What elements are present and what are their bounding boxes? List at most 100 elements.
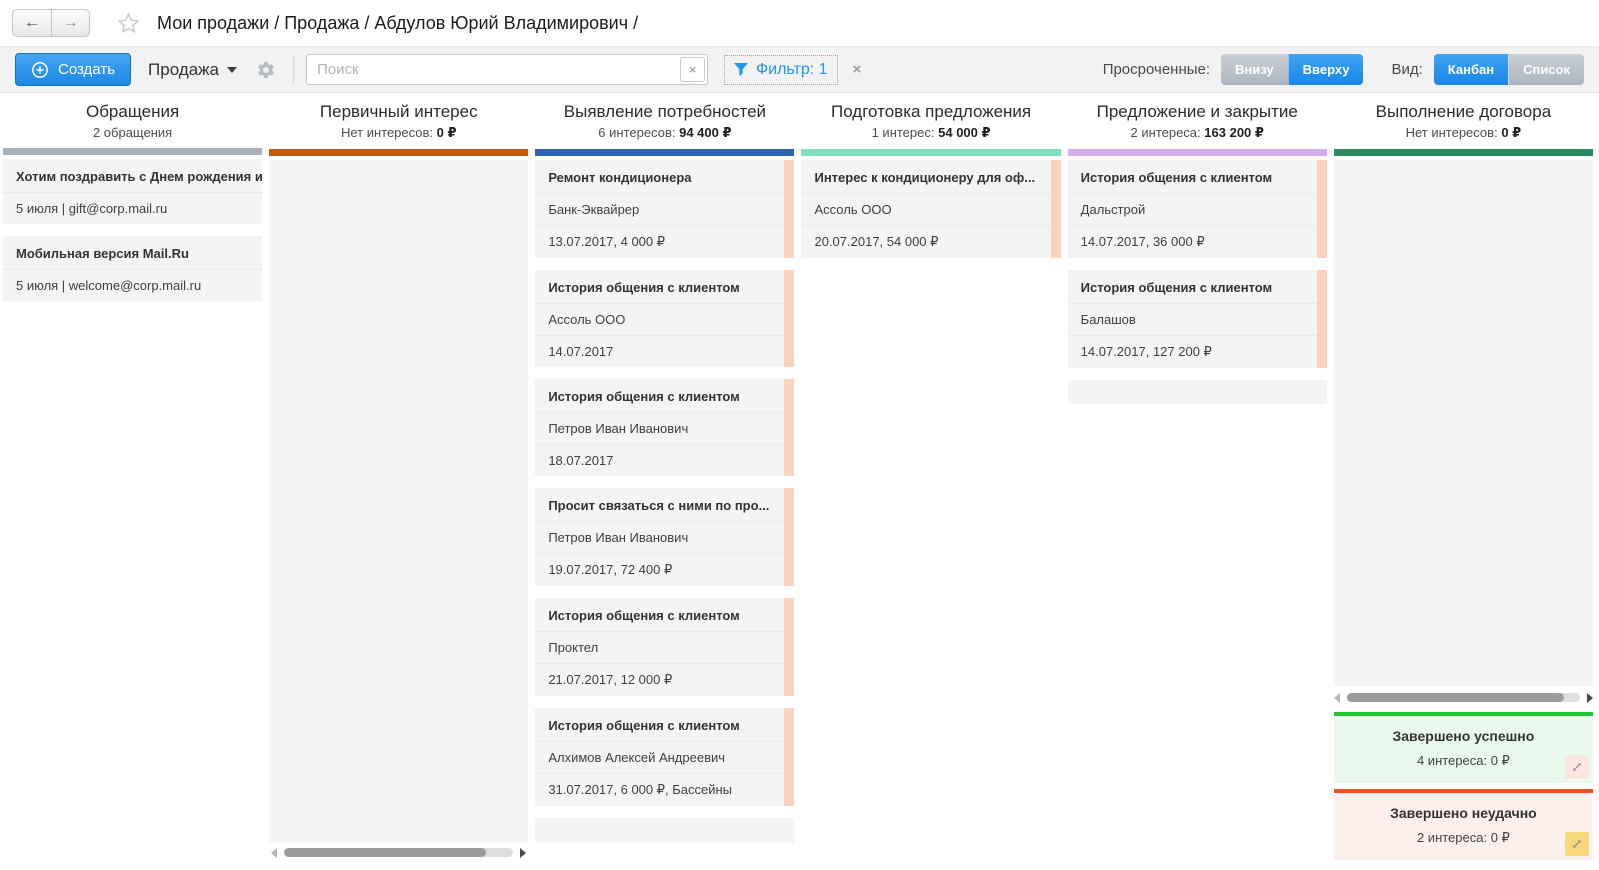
card-line: Алхимов Алексей Андреевич [535,741,794,773]
column-color-bar [535,149,794,156]
expand-icon[interactable] [1565,832,1589,856]
empty-column-area [535,818,794,843]
final-stage-card[interactable]: Завершено успешно4 интереса: 0 ₽ [1334,712,1593,783]
expand-icon[interactable] [1565,755,1589,779]
card-title: История общения с клиентом [1068,270,1327,303]
overdue-top-button[interactable]: Вверху [1288,54,1364,85]
kanban-card[interactable]: Ремонт кондиционераБанк-Эквайрер13.07.20… [535,160,794,258]
view-kanban-button[interactable]: Канбан [1434,54,1508,85]
overdue-stripe [784,598,794,696]
card-title: Хотим поздравить с Днем рождения и [3,159,262,192]
column-body: Завершено успешно4 интереса: 0 ₽Завершен… [1334,160,1593,868]
overdue-stripe [784,708,794,806]
column-color-bar [1068,149,1327,156]
kanban-card[interactable]: История общения с клиентомДальстрой14.07… [1068,160,1327,258]
card-title: История общения с клиентом [535,270,794,303]
kanban-card[interactable]: История общения с клиентомАлхимов Алексе… [535,708,794,806]
kanban-card[interactable]: История общения с клиентомАссоль ООО14.0… [535,270,794,367]
card-line: 31.07.2017, 6 000 ₽, Бассейны [535,773,794,806]
plus-circle-icon [31,61,49,79]
card-title: История общения с клиентом [1068,160,1327,193]
overdue-bottom-button[interactable]: Внизу [1221,54,1288,85]
filter-label: Фильтр: 1 [756,61,828,79]
card-line: Ассоль ООО [535,303,794,335]
final-stage-summary: 4 интереса: 0 ₽ [1334,753,1593,769]
section-dropdown-label: Продажа [148,60,219,80]
kanban-card[interactable]: Мобильная версия Mail.Ru5 июля | welcome… [3,236,262,301]
scrollbar-thumb[interactable] [1347,693,1564,702]
kanban-card[interactable]: История общения с клиентомПетров Иван Ив… [535,379,794,476]
overdue-stripe [784,160,794,258]
card-line: 5 июля | welcome@corp.mail.ru [3,269,262,301]
scrollbar-thumb[interactable] [284,848,486,857]
favorite-star-icon[interactable] [116,11,141,36]
scroll-right-arrow-icon[interactable] [520,848,526,858]
view-toggle-group: Канбан Список [1434,54,1584,85]
column-summary: Нет интересов: 0 ₽ [269,125,528,149]
card-line: Дальстрой [1068,193,1327,225]
overdue-stripe [784,270,794,367]
breadcrumb-title: Мои продажи / Продажа / Абдулов Юрий Вла… [157,13,638,34]
final-stage-card[interactable]: Завершено неудачно2 интереса: 0 ₽ [1334,789,1593,860]
column-count: Нет интересов: [341,125,433,140]
scrollbar-track[interactable] [1347,693,1580,702]
card-title: Ремонт кондиционера [535,160,794,193]
column-summary: Нет интересов: 0 ₽ [1334,125,1593,149]
overdue-stripe [1051,160,1061,258]
kanban-card[interactable]: Интерес к кондиционеру для оф...Ассоль О… [801,160,1060,258]
funnel-icon [734,63,748,76]
kanban-card[interactable]: История общения с клиентомБалашов14.07.2… [1068,270,1327,368]
empty-column-area [1334,160,1593,686]
overdue-stripe [784,488,794,586]
column-body: История общения с клиентомДальстрой14.07… [1068,160,1327,868]
kanban-column: Обращения2 обращенияХотим поздравить с Д… [3,93,262,868]
horizontal-scrollbar[interactable] [271,846,526,859]
kanban-card[interactable]: История общения с клиентомПроктел21.07.2… [535,598,794,696]
search-clear-button[interactable]: × [680,57,705,82]
column-amount: 94 400 ₽ [679,125,731,140]
gear-icon[interactable] [256,60,276,80]
column-summary: 1 интерес: 54 000 ₽ [801,125,1060,149]
card-title: Мобильная версия Mail.Ru [3,236,262,269]
card-line: Петров Иван Иванович [535,412,794,444]
filter-button[interactable]: Фильтр: 1 [724,55,838,85]
view-list-button[interactable]: Список [1508,54,1584,85]
column-title: Первичный интерес [269,93,528,125]
toolbar: Создать Продажа × Фильтр: 1 × Просроченн… [0,46,1599,93]
card-line: 18.07.2017 [535,444,794,476]
scroll-left-arrow-icon[interactable] [271,848,277,858]
card-title: История общения с клиентом [535,708,794,741]
card-line: 19.07.2017, 72 400 ₽ [535,553,794,586]
back-button[interactable]: ← [13,10,51,36]
scroll-left-arrow-icon[interactable] [1334,693,1340,703]
create-button[interactable]: Создать [15,53,131,86]
column-color-bar [1334,149,1593,156]
scroll-right-arrow-icon[interactable] [1587,693,1593,703]
card-title: Интерес к кондиционеру для оф... [801,160,1060,193]
card-line: Ассоль ООО [801,193,1060,225]
kanban-card[interactable]: Хотим поздравить с Днем рождения и5 июля… [3,159,262,224]
card-line: 14.07.2017, 36 000 ₽ [1068,225,1327,258]
column-summary: 2 интереса: 163 200 ₽ [1068,125,1327,149]
column-title: Выявление потребностей [535,93,794,125]
card-line: Банк-Эквайрер [535,193,794,225]
column-count: 6 интересов: [598,125,675,140]
card-line: 14.07.2017 [535,335,794,367]
forward-button[interactable]: → [51,10,89,36]
kanban-column: Первичный интересНет интересов: 0 ₽ [269,93,528,868]
filter-clear-icon[interactable]: × [853,61,862,78]
horizontal-scrollbar[interactable] [1334,691,1593,704]
kanban-card[interactable]: Просит связаться с ними по про...Петров … [535,488,794,586]
section-dropdown[interactable]: Продажа [148,60,237,80]
search-input[interactable] [306,54,708,85]
empty-column-area [269,160,528,843]
card-line: Проктел [535,631,794,663]
kanban-column: Выявление потребностей6 интересов: 94 40… [535,93,794,868]
column-body: Ремонт кондиционераБанк-Эквайрер13.07.20… [535,160,794,868]
card-line: 20.07.2017, 54 000 ₽ [801,225,1060,258]
scrollbar-track[interactable] [284,848,513,857]
toolbar-divider [293,55,294,85]
column-color-bar [801,149,1060,156]
card-line: 13.07.2017, 4 000 ₽ [535,225,794,258]
overdue-label: Просроченные: [1103,61,1210,78]
